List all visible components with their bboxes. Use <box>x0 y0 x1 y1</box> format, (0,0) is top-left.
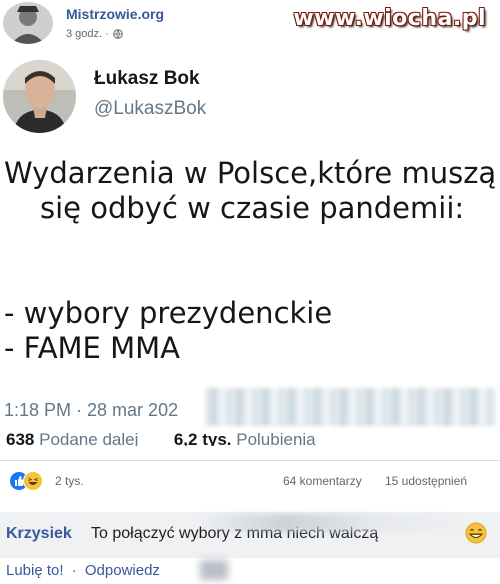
haha-reaction-icon <box>23 471 43 491</box>
comment: Krzysiek To połączyć wybory z mma niech … <box>0 500 500 584</box>
globe-icon <box>113 29 123 39</box>
comment-reply-button[interactable]: Odpowiedz <box>85 562 160 579</box>
reaction-icons[interactable] <box>9 471 49 491</box>
blurred-region <box>200 560 228 580</box>
tweet-text-line: - FAME MMA <box>4 331 180 365</box>
post-time[interactable]: 3 godz. · <box>66 28 109 40</box>
comments-count-link[interactable]: 64 komentarzy <box>283 474 362 488</box>
tweet-author-avatar <box>3 60 76 133</box>
crop-edge <box>0 446 500 460</box>
tweet-author-handle: @LukaszBok <box>94 98 207 119</box>
grin-emoji-icon <box>465 522 487 544</box>
tweet-text: Wydarzenia w Polsce,które muszą się odby… <box>4 156 500 366</box>
wiocha-watermark: www.wiocha.pl <box>293 6 486 31</box>
post-meta: 3 godz. · <box>66 28 123 40</box>
tweet-text-spacer <box>4 226 500 296</box>
tweet-card: Łukasz Bok @LukaszBok Wydarzenia w Polsc… <box>0 48 500 460</box>
shares-count-link[interactable]: 15 udostępnień <box>385 474 467 488</box>
tweet-text-line: Wydarzenia w Polsce,które muszą <box>4 156 497 190</box>
page-avatar[interactable] <box>3 2 53 44</box>
comment-author-link[interactable]: Krzysiek <box>6 525 72 543</box>
page-name-link[interactable]: Mistrzowie.org <box>66 6 164 22</box>
tweet-timestamp: 1:18 PM · 28 mar 202 <box>4 400 179 420</box>
comment-like-button[interactable]: Lubię to! <box>6 562 64 579</box>
action-separator: · <box>71 562 77 579</box>
reactions-bar: 2 tys. 64 komentarzy 15 udostępnień <box>0 460 500 502</box>
reaction-count[interactable]: 2 tys. <box>55 474 84 488</box>
comment-actions: Lubię to! · Odpowiedz <box>6 562 160 579</box>
blurred-region <box>196 514 466 532</box>
tweet-author-name: Łukasz Bok <box>94 68 200 89</box>
blurred-region <box>205 388 495 426</box>
tweet-text-line: - wybory prezydenckie <box>4 296 333 330</box>
tweet-text-line: się odbyć w czasie pandemii: <box>40 191 465 225</box>
post-header: Mistrzowie.org 3 godz. · www.wiocha.pl <box>0 0 500 48</box>
